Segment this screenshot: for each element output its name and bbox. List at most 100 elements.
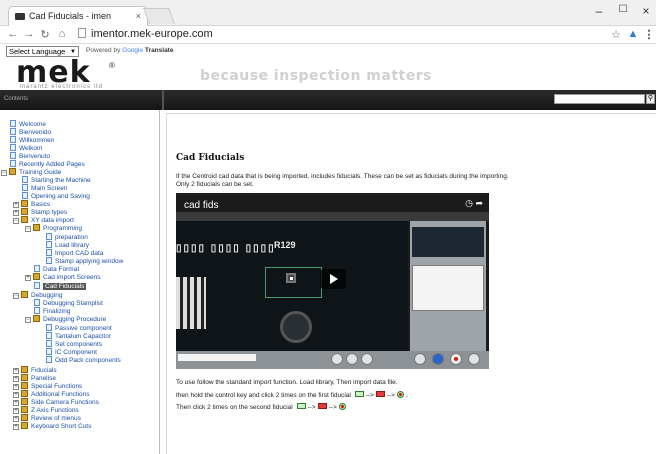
sidebar-item[interactable]: Benvenuto <box>10 152 50 160</box>
video-control-4[interactable] <box>414 353 426 365</box>
sidebar-item[interactable]: Load library <box>46 241 89 249</box>
sidebar-item[interactable]: Willkommen <box>10 136 54 144</box>
sidebar-item[interactable]: preparation <box>46 233 88 241</box>
page-icon <box>46 257 52 264</box>
sidebar-item[interactable]: Tantalum Capacitor <box>46 332 111 340</box>
video-control-2[interactable] <box>346 353 358 365</box>
sidebar-item[interactable]: Debugging Stamplist <box>34 299 103 307</box>
expand-icon[interactable]: + <box>13 424 19 430</box>
sidebar-item-label: Opening and Saving <box>31 193 90 200</box>
page-icon <box>46 356 52 363</box>
sidebar-item[interactable]: Import CAD data <box>46 249 103 257</box>
expand-icon[interactable]: + <box>25 275 31 281</box>
book-icon <box>33 273 40 280</box>
arrow-text: --> <box>386 392 395 399</box>
red-fiducial-icon <box>317 403 327 409</box>
video-player[interactable]: cad fids ◷ ➦ ▯▯▯▯ ▯▯▯▯ ▯▯▯▯ R129 <box>176 193 489 369</box>
video-control-5[interactable] <box>468 353 480 365</box>
url-text: imentor.mek-europe.com <box>91 28 213 40</box>
sidebar-item-label: Additional Functions <box>31 391 90 398</box>
sidebar-item[interactable]: Set components <box>46 340 102 348</box>
video-control-1[interactable] <box>331 353 343 365</box>
sidebar-item-label: Cad Fiducials <box>43 283 87 290</box>
book-icon <box>9 168 16 175</box>
star-icon[interactable]: ☆ <box>609 28 623 41</box>
video-control-3[interactable] <box>361 353 373 365</box>
page-icon <box>34 299 40 306</box>
sidebar-item[interactable]: Odd Pack components <box>46 356 121 364</box>
collapse-icon[interactable]: − <box>25 226 31 232</box>
sidebar-item[interactable]: Starting the Machine <box>22 176 91 184</box>
back-icon[interactable]: ← <box>6 28 20 40</box>
video-label-r129: R129 <box>274 240 296 250</box>
step-3: Then click 2 times on the second fiducia… <box>176 403 348 411</box>
sidebar-item[interactable]: Opening and Saving <box>22 192 90 200</box>
site-header: mek ® marantz electronics ltd because in… <box>0 58 656 90</box>
sidebar-item[interactable]: Main Screen <box>22 184 68 192</box>
sidebar-item[interactable]: − Debugging Procedure <box>25 315 106 323</box>
favicon-icon <box>15 13 25 20</box>
sidebar-item-label: Starting the Machine <box>31 177 91 184</box>
sidebar-item[interactable]: Passive component <box>46 324 112 332</box>
collapse-icon[interactable]: − <box>13 293 19 299</box>
sidebar-item[interactable]: + Side Camera Functions <box>13 398 99 406</box>
forward-icon[interactable]: → <box>22 28 36 40</box>
sidebar-item-label: Welcome <box>19 121 46 128</box>
sidebar-item[interactable]: + Keyboard Short Cuts <box>13 422 91 430</box>
sidebar-item[interactable]: − XY data import <box>13 216 74 224</box>
video-share-icon[interactable]: ◷ ➦ <box>465 198 483 209</box>
sidebar-item[interactable]: + Additional Functions <box>13 390 90 398</box>
sidebar-item[interactable]: + Z Axis Functions <box>13 406 79 414</box>
book-icon <box>21 422 28 429</box>
sidebar-item[interactable]: + Fiducials <box>13 366 57 374</box>
sidebar-item[interactable]: + Stamp types <box>13 208 67 216</box>
sidebar-item[interactable]: − Debugging <box>13 291 62 299</box>
powered-by-google[interactable]: Powered by Google Translate <box>86 47 173 54</box>
video-record-control[interactable] <box>450 353 462 365</box>
page-title: Cad Fiducials <box>176 153 245 163</box>
sidebar-item[interactable]: Finalizing <box>34 307 70 315</box>
page-icon <box>34 307 40 314</box>
new-tab-button[interactable] <box>143 8 175 24</box>
collapse-icon[interactable]: − <box>25 317 31 323</box>
video-fiducial-circle <box>280 311 312 343</box>
collapse-icon[interactable]: − <box>13 218 19 224</box>
sidebar-item[interactable]: + Special Functions <box>13 382 82 390</box>
search-icon[interactable]: ⚲ <box>646 94 655 104</box>
sidebar-item[interactable]: Bienvenido <box>10 128 51 136</box>
tab-close-icon[interactable]: × <box>136 7 141 26</box>
page-icon <box>46 340 52 347</box>
sidebar-item[interactable]: + Panelise <box>13 374 56 382</box>
extension-icon[interactable]: ▲ <box>626 28 640 40</box>
search-input[interactable] <box>554 94 645 104</box>
menu-icon[interactable]: ⋮ <box>642 28 656 41</box>
collapse-icon[interactable]: − <box>1 170 7 176</box>
video-play-control[interactable] <box>432 353 444 365</box>
close-window-button[interactable]: × <box>636 4 656 18</box>
sidebar-item[interactable]: + Review of menus <box>13 414 81 422</box>
sidebar-item[interactable]: Cad Fiducials <box>34 282 87 290</box>
sidebar-item[interactable]: Welkom <box>10 144 42 152</box>
sidebar-item[interactable]: − Programming <box>25 224 82 232</box>
sidebar-item[interactable]: IC Component <box>46 348 97 356</box>
sidebar-item-label: Bienvenido <box>19 129 52 136</box>
maximize-button[interactable]: ☐ <box>613 4 633 15</box>
sidebar-item[interactable]: − Training Guide <box>1 168 61 176</box>
minimize-button[interactable]: – <box>589 4 609 18</box>
sidebar-item[interactable]: + Basics <box>13 200 50 208</box>
sidebar-item[interactable]: Welcome <box>10 120 46 128</box>
page-icon <box>46 348 52 355</box>
video-barcode <box>176 277 206 329</box>
play-icon[interactable] <box>320 269 346 289</box>
sidebar-item[interactable]: Recently Added Pages <box>10 160 85 168</box>
sidebar-item[interactable]: + Cad import Screens <box>25 273 100 281</box>
sidebar-item[interactable]: Data Format <box>34 265 79 273</box>
sidebar-item-label: Programming <box>43 225 83 232</box>
reload-icon[interactable]: ↻ <box>38 28 52 41</box>
url-field[interactable]: imentor.mek-europe.com <box>78 28 213 40</box>
browser-tab[interactable]: Cad Fiducials - imen × <box>8 6 148 26</box>
arrow-text: --> <box>365 392 374 399</box>
home-icon[interactable]: ⌂ <box>55 28 69 40</box>
sidebar-item-label: Stamp types <box>31 209 68 216</box>
sidebar-item[interactable]: Stamp applying window <box>46 257 123 265</box>
